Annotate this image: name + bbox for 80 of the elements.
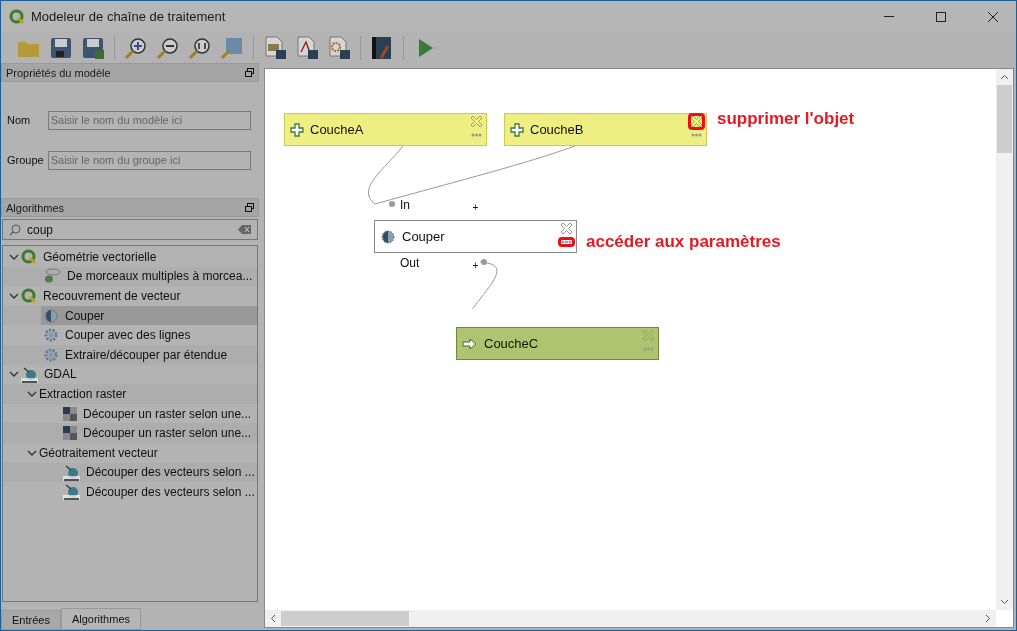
tree-item[interactable]: Couper: [41, 305, 257, 326]
input-node[interactable]: CoucheA: [284, 113, 487, 146]
field-label: Nom: [7, 114, 32, 126]
tree-item[interactable]: Recouvrement de vecteur: [19, 286, 257, 306]
chevron-icon[interactable]: [9, 291, 19, 301]
qgis-logo-icon: [21, 248, 37, 265]
zoom-in-icon[interactable]: [124, 35, 148, 60]
tree-item[interactable]: Découper un raster selon une...: [61, 403, 257, 424]
svg-export-icon[interactable]: [327, 35, 351, 60]
minimize-icon: [884, 16, 894, 17]
text-field[interactable]: Saisir le nom du modèle ici: [47, 110, 251, 130]
dock-title: Propriétés du modèle: [6, 66, 111, 79]
port-label: In: [400, 198, 410, 212]
gdal-globe-icon: [21, 365, 38, 383]
clip-shape-icon: [43, 307, 59, 324]
tree-item[interactable]: GDAL: [19, 364, 257, 385]
search-field[interactable]: coup: [2, 219, 258, 240]
gear-icon: [43, 346, 59, 363]
gear-icon: [43, 327, 59, 344]
scroll-right-icon: [985, 614, 991, 623]
port-toggle[interactable]: +: [471, 203, 480, 212]
vertical-scrollbar[interactable]: [996, 69, 1013, 610]
clip-shape-icon: [380, 228, 396, 245]
plus-icon: [510, 122, 524, 137]
more-dots-icon[interactable]: [691, 133, 702, 137]
node-label: CoucheC: [484, 336, 539, 351]
scroll-thumb[interactable]: [281, 611, 409, 626]
node-label: Couper: [402, 229, 445, 244]
more-dots-icon[interactable]: [643, 347, 654, 351]
port-label: Out: [400, 256, 420, 270]
search-input[interactable]: coup: [27, 222, 232, 237]
search-icon: [9, 223, 21, 236]
tree-item[interactable]: Géométrie vectorielle: [19, 247, 257, 267]
more-dots-icon[interactable]: [471, 133, 482, 137]
image-export-icon[interactable]: [263, 35, 287, 60]
gdal-globe-icon: [63, 483, 80, 501]
gdal-globe-icon: [63, 463, 80, 481]
arrow-right-icon: [462, 337, 478, 350]
zoom-out-icon[interactable]: [156, 35, 180, 60]
dock-title: Algorithmes: [6, 201, 65, 214]
float-icon[interactable]: [245, 203, 254, 212]
delete-icon[interactable]: [471, 116, 482, 127]
clear-icon[interactable]: [238, 225, 251, 234]
scroll-down-icon: [1000, 599, 1009, 605]
scroll-up-icon: [1000, 74, 1009, 80]
scroll-left-icon: [270, 614, 276, 623]
tab[interactable]: Algorithmes: [60, 608, 141, 630]
tree-item[interactable]: Découper des vecteurs selon ...: [61, 482, 257, 502]
tree-item[interactable]: Couper avec des lignes: [41, 325, 257, 345]
tab[interactable]: Entrées: [1, 610, 61, 630]
node-label: CoucheA: [310, 122, 364, 137]
zoom-full-icon[interactable]: [220, 35, 244, 60]
raster-grid-icon: [63, 406, 77, 421]
input-node[interactable]: CoucheB: [504, 113, 707, 146]
pdf-export-icon[interactable]: [295, 35, 319, 60]
node-label: CoucheB: [530, 122, 584, 137]
output-node[interactable]: CoucheC: [456, 327, 659, 360]
save-icon[interactable]: [49, 35, 73, 60]
tree-item[interactable]: Géotraitement vecteur: [37, 442, 257, 463]
qgis-logo-icon: [9, 8, 25, 25]
qgis-logo-icon: [21, 288, 37, 304]
maximize-icon: [936, 11, 946, 22]
close-icon: [988, 11, 998, 22]
float-icon[interactable]: [245, 68, 254, 77]
text-field[interactable]: Saisir le nom du groupe ici: [47, 150, 251, 170]
magnifier-icon[interactable]: [188, 35, 212, 60]
multipart-shape-icon: [43, 268, 61, 285]
save-edit-icon[interactable]: [81, 35, 105, 60]
port-toggle[interactable]: +: [471, 261, 480, 270]
plus-icon: [290, 122, 304, 137]
help-book-icon[interactable]: [370, 35, 394, 60]
algorithm-node[interactable]: Couper: [374, 220, 577, 253]
annotation-text: accéder aux paramètres: [586, 232, 781, 252]
field-label: Groupe: [7, 154, 44, 166]
delete-icon[interactable]: [561, 223, 572, 234]
window-title: Modeleur de chaîne de traitement: [31, 9, 226, 24]
annotation-text: supprimer l'objet: [717, 109, 855, 129]
raster-grid-icon: [63, 426, 77, 441]
horizontal-scrollbar[interactable]: [265, 610, 996, 627]
scroll-thumb[interactable]: [997, 85, 1012, 153]
